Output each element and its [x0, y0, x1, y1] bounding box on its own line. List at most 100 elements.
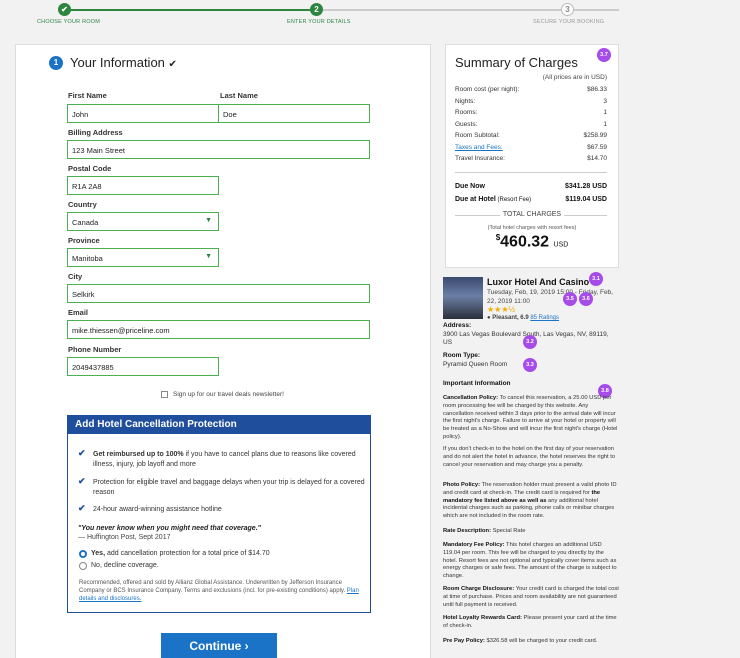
chat-bubble-icon: ●: [487, 315, 491, 321]
first-name-input[interactable]: John: [67, 104, 220, 123]
room-charge-label: Room Charge Disclosure:: [443, 586, 515, 592]
annotation-badge: 3.5: [563, 292, 577, 306]
annotation-badge: 3.2: [523, 335, 537, 349]
page-title: Your Information ✔: [70, 55, 177, 70]
benefit-1: Get reimbursed up to 100% if you have to…: [93, 450, 365, 470]
your-information-panel: 1 Your Information ✔ First Name Last Nam…: [15, 44, 431, 658]
row-value: $258.99: [583, 132, 608, 139]
first-name-label: First Name: [68, 91, 107, 100]
mandatory-label: Mandatory Fee Policy:: [443, 542, 505, 548]
rating-label: Pleasant, 6.9: [492, 315, 529, 321]
postal-code-label: Postal Code: [68, 164, 112, 173]
room-type-text: Pyramid Queen Room: [443, 360, 508, 368]
row-label: Guests:: [455, 121, 478, 128]
annotation-badge: 3.3: [523, 358, 537, 372]
yes-radio[interactable]: [79, 550, 87, 558]
annotation-badge: 3.6: [579, 292, 593, 306]
due-hotel-label: Due at Hotel: [455, 196, 496, 203]
province-value: Manitoba: [72, 254, 103, 263]
summary-of-charges: Summary of Charges 3.7 (All prices are i…: [445, 44, 619, 268]
quote-source: — Huffington Post, Sept 2017: [78, 534, 171, 541]
billing-address-label: Billing Address: [68, 128, 123, 137]
last-name-input[interactable]: Doe: [218, 104, 370, 123]
newsletter-checkbox[interactable]: Sign up for our travel deals newsletter!: [161, 391, 284, 398]
mandatory-fee-policy: Mandatory Fee Policy: This hotel charges…: [443, 542, 619, 581]
prepay-label: Pre Pay Policy:: [443, 638, 485, 644]
title-check-icon: ✔: [168, 59, 177, 70]
last-name-label: Last Name: [220, 91, 258, 100]
city-input[interactable]: Selkirk: [67, 284, 370, 303]
row-label: Room Subtotal:: [455, 132, 500, 139]
row-value: $67.59: [587, 144, 607, 151]
total-charges-label: TOTAL CHARGES: [446, 211, 618, 218]
row-value: 1: [603, 121, 607, 128]
due-now-value: $341.28 USD: [564, 183, 607, 190]
total-value: 460.32: [500, 233, 550, 251]
guest-rating: ● Pleasant, 6.9 85 Ratings: [487, 315, 559, 321]
country-label: Country: [68, 200, 97, 209]
checkbox-icon[interactable]: [161, 391, 168, 398]
title-text: Your Information: [70, 55, 165, 70]
loyalty-card: Hotel Loyalty Rewards Card: Please prese…: [443, 615, 619, 631]
email-input[interactable]: mike.thiessen@priceline.com: [67, 320, 370, 339]
due-now-label: Due Now: [455, 183, 485, 190]
room-charge-disclosure: Room Charge Disclosure: Your credit card…: [443, 586, 619, 609]
country-value: Canada: [72, 218, 99, 227]
yes-bold: Yes,: [91, 550, 106, 557]
total-label-text: TOTAL CHARGES: [499, 211, 565, 218]
step-3-circle: 3: [561, 3, 574, 16]
row-value: $14.70: [587, 155, 607, 162]
billing-address-input[interactable]: 123 Main Street: [67, 140, 370, 159]
check-icon: ✔: [78, 448, 86, 458]
step-1-check-icon: ✔: [58, 3, 71, 16]
star-rating: ★★★½: [487, 305, 516, 314]
total-amount: $460.32 USD: [446, 233, 618, 251]
room-type-label: Room Type:: [443, 352, 481, 359]
rate-description: Rate Description: Special Rate: [443, 527, 619, 536]
benefit-2: Protection for eligible travel and bagga…: [93, 479, 365, 496]
step-2-circle: 2: [310, 3, 323, 16]
country-select[interactable]: Canada ▼: [67, 212, 219, 231]
continue-label: Continue: [189, 639, 242, 653]
row-value: 1: [603, 109, 607, 116]
chevron-down-icon: ▼: [205, 253, 212, 260]
postal-code-input[interactable]: R1A 2A8: [67, 176, 219, 195]
quote: "You never know when you might need that…: [78, 525, 261, 532]
no-radio[interactable]: [79, 562, 87, 570]
taxes-fees-link[interactable]: Taxes and Fees:: [455, 144, 503, 151]
row-value: 3: [603, 98, 607, 105]
cancellation-text: To cancel this reservation, a 25.00 USD …: [443, 395, 618, 440]
continue-button[interactable]: Continue ›: [161, 633, 277, 658]
row-value: $86.33: [587, 86, 607, 93]
photo-policy: Photo Policy: The reservation holder mus…: [443, 482, 619, 521]
yes-rest: add cancellation protection for a total …: [105, 550, 270, 557]
step-3-label: SECURE YOUR BOOKING: [533, 19, 605, 25]
fine-print: Recommended, offered and sold by Allianz…: [79, 579, 364, 603]
ratings-link[interactable]: 85 Ratings: [530, 315, 559, 321]
no-option-label[interactable]: No, decline coverage.: [91, 562, 159, 569]
protection-heading: Add Hotel Cancellation Protection: [68, 416, 370, 434]
chevron-right-icon: ›: [244, 639, 249, 653]
yes-option-label[interactable]: Yes, add cancellation protection for a t…: [91, 550, 270, 557]
stay-dates: Tuesday, Feb, 19, 2019 15:00 - Friday, F…: [487, 289, 613, 305]
row-label: Nights:: [455, 98, 476, 105]
loyalty-label: Hotel Loyalty Rewards Card:: [443, 615, 522, 621]
province-select[interactable]: Manitoba ▼: [67, 248, 219, 267]
annotation-badge: 3.1: [589, 272, 603, 286]
rate-text: Special Rate: [491, 528, 526, 534]
checkin-notice: If you don't check-in to the hotel on th…: [443, 446, 616, 468]
divider: [455, 172, 607, 173]
row-label: Travel Insurance:: [455, 155, 505, 162]
cancellation-policy: Cancellation Policy: To cancel this rese…: [443, 395, 619, 442]
row-label: Room cost (per night):: [455, 86, 520, 93]
check-icon: ✔: [78, 476, 86, 486]
province-label: Province: [68, 236, 100, 245]
hotel-photo: [443, 277, 483, 319]
fine-print-text: Recommended, offered and sold by Allianz…: [79, 580, 346, 594]
section-number: 1: [49, 56, 63, 70]
due-hotel-value: $119.04 USD: [565, 196, 607, 203]
due-hotel-note: (Resort Fee): [495, 197, 532, 203]
annotation-badge: 3.7: [597, 48, 611, 62]
phone-input[interactable]: 2049437885: [67, 357, 219, 376]
hotel-name: Luxor Hotel And Casino: [487, 277, 590, 287]
